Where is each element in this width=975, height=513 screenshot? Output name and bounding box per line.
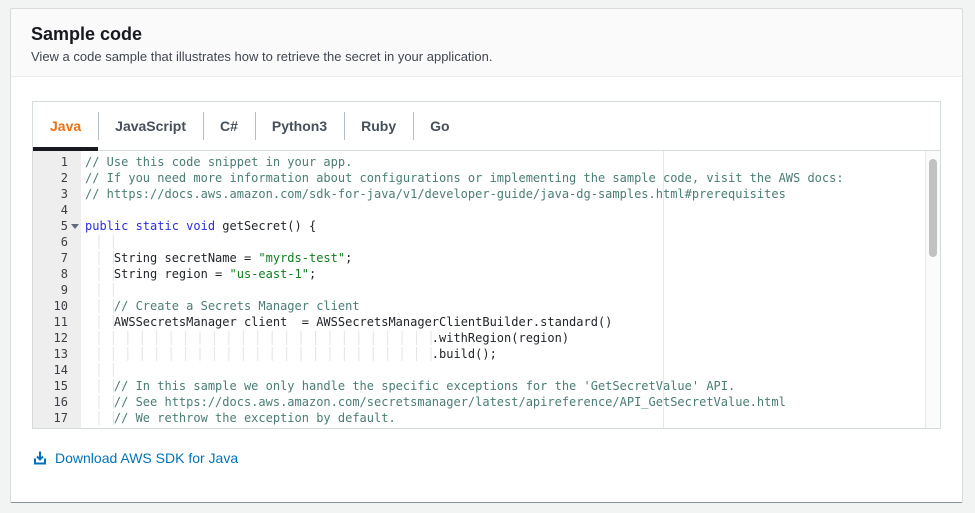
gutter-line-number: 17	[53, 411, 68, 425]
sample-code-panel: Sample code View a code sample that illu…	[10, 8, 963, 503]
code-token-indent	[85, 379, 114, 393]
code-token-keyword: public static void	[85, 219, 216, 233]
code-token-comment: // In this sample we only handle the spe…	[113, 379, 736, 393]
fold-toggle-icon[interactable]	[71, 224, 79, 229]
editor-gutter: 1 2 3 4 5 6 7 8 9 10 11 12 13 14 15 16 17	[33, 151, 81, 428]
gutter-line-number: 9	[60, 283, 68, 297]
scrollbar-thumb[interactable]	[929, 159, 937, 257]
gutter-line-number: 13	[53, 347, 68, 361]
code-line: // In this sample we only handle the spe…	[85, 378, 940, 394]
code-sample-widget: Java JavaScript C# Python3 Ruby Go 1234567891…	[32, 101, 941, 429]
gutter-line-number: 14	[53, 363, 68, 377]
language-tabs: Java JavaScript C# Python3 Ruby Go	[33, 102, 940, 151]
editor-code-area[interactable]: // Use this code snippet in your app. // …	[81, 151, 940, 428]
gutter-line-number: 15	[53, 379, 68, 393]
code-token-plain: ;	[308, 267, 317, 281]
code-token-plain: getSecret() {	[215, 219, 317, 233]
code-line	[85, 282, 940, 298]
code-line: // We rethrow the exception by default.	[85, 410, 940, 426]
code-token-indent	[85, 395, 114, 409]
gutter-line-number: 3	[60, 187, 68, 201]
code-token-comment: // Use this code snippet in your app.	[85, 155, 353, 169]
code-token-plain: String region =	[113, 267, 230, 281]
editor-vertical-scrollbar[interactable]	[925, 151, 940, 428]
code-token-plain: AWSSecretsManager client = AWSSecretsMan…	[113, 315, 613, 329]
code-token-indent	[85, 331, 432, 345]
code-token-comment: // If you need more information about co…	[85, 171, 844, 185]
code-token-indent	[85, 363, 114, 377]
code-token-comment: // https://docs.aws.amazon.com/sdk-for-j…	[85, 187, 786, 201]
code-line: String secretName = "myrds-test";	[85, 250, 940, 266]
tab-javascript[interactable]: JavaScript	[98, 102, 203, 150]
download-sdk-link[interactable]: Download AWS SDK for Java	[32, 450, 238, 466]
code-token-indent	[85, 283, 114, 297]
code-line: .withRegion(region)	[85, 330, 940, 346]
code-line: AWSSecretsManager client = AWSSecretsMan…	[85, 314, 940, 330]
gutter-line-number: 2	[60, 171, 68, 185]
gutter-line-number: 12	[53, 331, 68, 345]
code-token-comment: // See https://docs.aws.amazon.com/secre…	[113, 395, 786, 409]
tab-ruby[interactable]: Ruby	[344, 102, 413, 150]
code-lines: // Use this code snippet in your app. // …	[85, 154, 940, 426]
code-token-plain: .build();	[431, 347, 497, 361]
code-token-indent	[85, 267, 114, 281]
gutter-line-number: 7	[60, 251, 68, 265]
code-line: // Create a Secrets Manager client	[85, 298, 940, 314]
gutter-line-number: 8	[60, 267, 68, 281]
code-line	[85, 362, 940, 378]
tab-java[interactable]: Java	[33, 102, 99, 151]
tab-go[interactable]: Go	[413, 102, 466, 150]
gutter-line-number: 5	[33, 218, 81, 234]
code-token-indent	[85, 315, 114, 329]
tab-c[interactable]: C#	[202, 102, 255, 150]
download-link-label: Download AWS SDK for Java	[55, 450, 239, 466]
code-token-plain: String secretName =	[113, 251, 259, 265]
code-line	[85, 234, 940, 250]
code-token-plain: ;	[345, 251, 353, 265]
download-icon	[32, 450, 48, 466]
code-editor[interactable]: 1 2 3 4 5 6 7 8 9 10 11 12 13 14 15 16 17 // Use this co…	[33, 151, 940, 428]
panel-body: Java JavaScript C# Python3 Ruby Go 1234567891…	[11, 77, 962, 471]
gutter-line-number: 1	[60, 155, 68, 169]
gutter-line-number: 16	[53, 395, 68, 409]
code-token-indent	[85, 235, 114, 249]
gutter-line-number: 11	[53, 315, 68, 329]
code-line: .build();	[85, 346, 940, 362]
page-title: Sample code	[31, 24, 143, 44]
gutter-line-number: 4	[60, 203, 68, 217]
gutter-line-number: 6	[60, 235, 68, 249]
code-token-indent	[85, 251, 114, 265]
code-token-indent	[85, 411, 114, 425]
panel-description: View a code sample that illustrates how …	[31, 49, 493, 64]
code-token-comment: // We rethrow the exception by default.	[113, 411, 396, 425]
code-line: // https://docs.aws.amazon.com/sdk-for-j…	[85, 186, 940, 202]
code-token-plain: .withRegion(region)	[431, 331, 570, 345]
code-token-string: "myrds-test"	[258, 251, 346, 265]
panel-header: Sample code View a code sample that illu…	[11, 9, 962, 77]
code-token-string: "us-east-1"	[229, 267, 309, 281]
code-token-comment: // Create a Secrets Manager client	[113, 299, 360, 313]
code-token-indent	[85, 299, 114, 313]
code-line: // Use this code snippet in your app.	[85, 154, 940, 170]
code-line: public static void getSecret() {	[85, 218, 940, 234]
code-line: String region = "us-east-1";	[85, 266, 940, 282]
code-token-indent	[85, 347, 432, 361]
code-line: // See https://docs.aws.amazon.com/secre…	[85, 394, 940, 410]
code-line: // If you need more information about co…	[85, 170, 940, 186]
gutter-line-number: 10	[53, 299, 68, 313]
tab-python3[interactable]: Python3	[254, 102, 344, 150]
